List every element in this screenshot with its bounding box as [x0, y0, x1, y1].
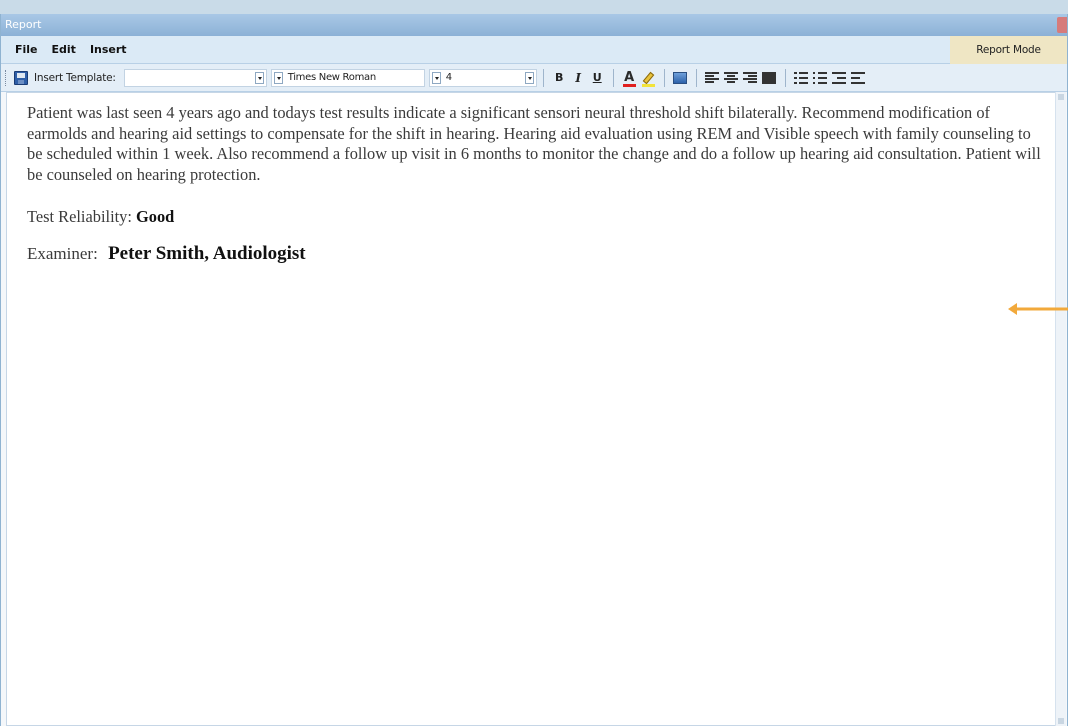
bullet-list-icon — [813, 71, 828, 84]
template-select[interactable] — [123, 68, 267, 87]
toolbar-separator — [612, 68, 614, 87]
report-paragraph: Patient was last seen 4 years ago and to… — [27, 103, 1041, 184]
chevron-down-icon[interactable] — [273, 71, 283, 84]
report-mode-button[interactable]: Report Mode — [950, 36, 1067, 64]
align-right-icon — [743, 71, 758, 84]
examiner-line: Examiner: Peter Smith, Audiologist — [27, 242, 1037, 265]
align-left-button[interactable] — [704, 69, 721, 87]
font-size-value: 4 — [445, 72, 452, 83]
insert-image-button[interactable] — [672, 69, 689, 87]
outdent-button[interactable] — [831, 69, 848, 87]
align-right-button[interactable] — [742, 69, 759, 87]
numbered-list-icon — [794, 71, 809, 84]
align-justify-icon — [762, 71, 777, 84]
report-window: Report File Edit Insert Report Mode Inse… — [0, 14, 1068, 726]
toolbar-separator — [663, 68, 665, 87]
indent-icon — [851, 71, 866, 84]
underline-button[interactable]: U — [589, 69, 606, 87]
align-center-icon — [724, 71, 739, 84]
examiner-value: Peter Smith, Audiologist — [108, 242, 306, 264]
insert-image-icon — [673, 71, 688, 84]
toolbar-separator — [695, 68, 697, 87]
vertical-scrollbar[interactable] — [1055, 92, 1066, 726]
scroll-up-icon[interactable] — [1058, 94, 1064, 100]
menu-insert[interactable]: Insert — [90, 43, 127, 56]
indent-button[interactable] — [850, 69, 867, 87]
menu-bar: File Edit Insert Report Mode — [1, 36, 1067, 64]
test-reliability-value: Good — [136, 207, 175, 226]
chevron-down-icon[interactable] — [431, 71, 441, 84]
align-justify-button[interactable] — [761, 69, 778, 87]
font-color-button[interactable]: A — [621, 69, 638, 87]
insert-template-label: Insert Template: — [34, 71, 116, 84]
toolbar-separator — [784, 68, 786, 87]
arrow-annotation-icon — [1008, 303, 1068, 315]
window-title: Report — [5, 18, 42, 31]
numbered-list-button[interactable] — [793, 69, 810, 87]
close-icon[interactable] — [1057, 17, 1067, 33]
chevron-down-icon[interactable] — [254, 71, 264, 84]
save-icon[interactable] — [14, 70, 28, 85]
font-name-select[interactable]: Times New Roman — [270, 68, 425, 87]
font-size-select[interactable]: 4 — [428, 68, 537, 87]
bullet-list-button[interactable] — [812, 69, 829, 87]
test-reliability-label: Test Reliability: — [27, 207, 132, 226]
menu-file[interactable]: File — [15, 43, 38, 56]
highlight-button[interactable] — [640, 69, 657, 87]
highlight-icon — [642, 71, 654, 84]
font-name-value: Times New Roman — [287, 72, 376, 83]
outdent-icon — [832, 71, 847, 84]
formatting-toolbar: Insert Template: Times New Roman 4 B I U… — [1, 64, 1067, 92]
chevron-down-icon[interactable] — [524, 71, 534, 84]
report-editor[interactable]: Patient was last seen 4 years ago and to… — [6, 92, 1056, 726]
menu-edit[interactable]: Edit — [52, 43, 76, 56]
scroll-down-icon[interactable] — [1058, 718, 1064, 724]
align-center-button[interactable] — [723, 69, 740, 87]
align-left-icon — [705, 71, 720, 84]
editor-content[interactable]: Patient was last seen 4 years ago and to… — [7, 93, 1041, 265]
bold-button[interactable]: B — [551, 69, 568, 87]
italic-button[interactable]: I — [570, 69, 587, 87]
font-color-icon: A — [624, 70, 635, 85]
test-reliability-line: Test Reliability: Good — [27, 207, 1037, 228]
toolbar-separator — [542, 68, 544, 87]
toolbar-grip[interactable] — [5, 69, 8, 86]
examiner-label: Examiner: — [27, 243, 98, 263]
title-bar: Report — [1, 14, 1067, 36]
